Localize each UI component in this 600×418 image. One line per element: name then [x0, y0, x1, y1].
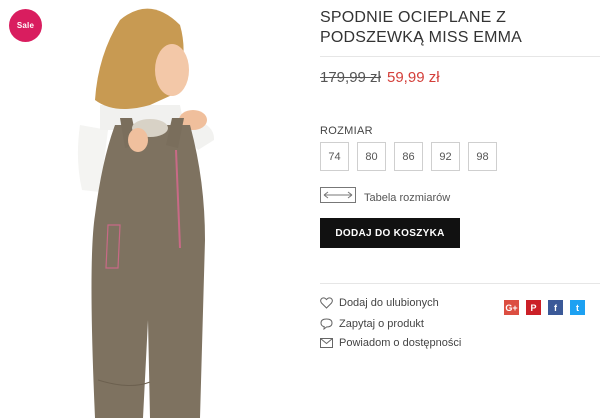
ask-label: Zapytaj o produkt — [339, 318, 424, 330]
divider — [320, 283, 600, 284]
divider — [320, 56, 600, 57]
size-options: 74 80 86 92 98 — [320, 142, 497, 171]
size-option-80[interactable]: 80 — [357, 142, 386, 171]
size-option-74[interactable]: 74 — [320, 142, 349, 171]
size-table-label: Tabela rozmiarów — [364, 191, 451, 204]
size-option-92[interactable]: 92 — [431, 142, 460, 171]
add-to-cart-button[interactable]: DODAJ DO KOSZYKA — [320, 218, 460, 248]
twitter-icon[interactable]: t — [570, 300, 585, 315]
size-option-86[interactable]: 86 — [394, 142, 423, 171]
old-price: 179,99 zł — [320, 69, 381, 86]
google-plus-icon[interactable]: G+ — [504, 300, 519, 315]
size-label: ROZMIAR — [320, 125, 373, 137]
ask-about-product-link[interactable]: Zapytaj o produkt — [320, 318, 424, 331]
ruler-icon — [320, 187, 356, 208]
notify-availability-link[interactable]: Powiadom o dostępności — [320, 337, 461, 349]
speech-bubble-icon — [320, 318, 333, 331]
sale-badge: Sale — [9, 9, 42, 42]
size-option-98[interactable]: 98 — [468, 142, 497, 171]
wishlist-label: Dodaj do ulubionych — [339, 297, 439, 309]
product-photo-illustration — [77, 8, 215, 418]
product-title: SPODNIE OCIEPLANE Z PODSZEWKĄ MISS EMMA — [320, 9, 523, 46]
product-photo[interactable]: Sale — [0, 0, 305, 418]
add-to-wishlist-link[interactable]: Dodaj do ulubionych — [320, 297, 439, 309]
size-table-link[interactable]: Tabela rozmiarów — [320, 187, 450, 208]
envelope-icon — [320, 337, 333, 349]
notify-label: Powiadom o dostępności — [339, 337, 462, 349]
social-share: G+ P f t — [504, 300, 585, 315]
new-price: 59,99 zł — [387, 69, 440, 86]
heart-icon — [320, 297, 333, 309]
facebook-icon[interactable]: f — [548, 300, 563, 315]
pinterest-icon[interactable]: P — [526, 300, 541, 315]
